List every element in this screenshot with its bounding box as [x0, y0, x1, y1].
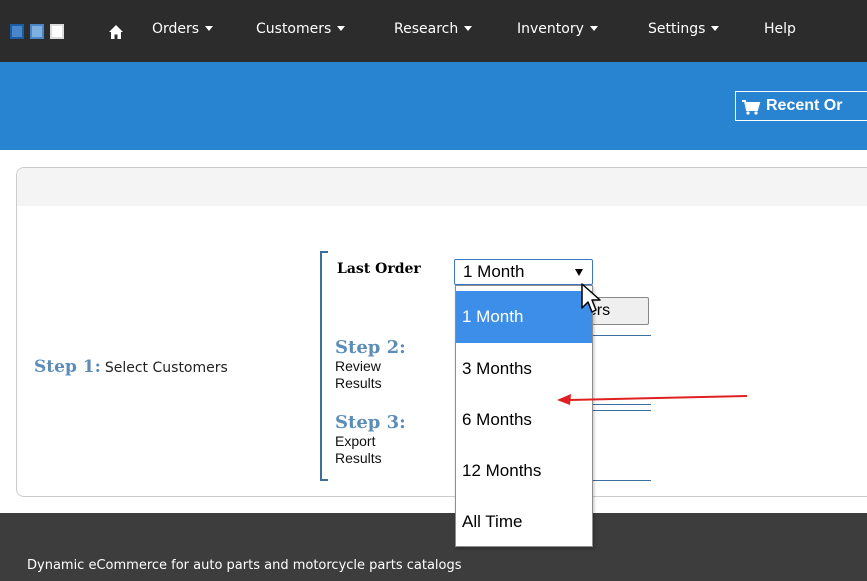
last-order-selected-value: 1 Month — [463, 262, 525, 281]
step-3-line-1: Export — [335, 433, 376, 449]
logo-squares-icon[interactable] — [10, 24, 72, 39]
chevron-down-icon — [337, 26, 346, 31]
dropdown-arrow-icon — [575, 269, 583, 276]
recent-orders-label: Recent Or — [766, 97, 843, 114]
step-3-title: Step 3: — [335, 412, 406, 433]
nav-item-settings[interactable]: Settings — [648, 21, 720, 37]
nav-item-help[interactable]: Help — [764, 21, 796, 37]
export-panel — [16, 167, 867, 497]
dropdown-option-3-months[interactable]: 3 Months — [456, 343, 592, 395]
last-order-label: Last Order — [337, 261, 421, 277]
dropdown-option-12-months[interactable]: 12 Months — [456, 445, 592, 497]
step-3: Step 3: Export Results — [335, 413, 406, 467]
home-icon[interactable] — [108, 24, 124, 40]
footer-text: Dynamic eCommerce for auto parts and mot… — [27, 558, 462, 573]
nav-item-inventory[interactable]: Inventory — [517, 21, 598, 37]
nav-item-research[interactable]: Research — [394, 21, 473, 37]
panel-header — [17, 168, 867, 206]
step-2-line-2: Results — [335, 375, 382, 391]
mouse-cursor-icon — [581, 283, 601, 313]
step-2-title: Step 2: — [335, 337, 406, 358]
last-order-select[interactable]: 1 Month — [454, 259, 593, 285]
step-2: Step 2: Review Results — [335, 338, 406, 392]
recent-orders-button[interactable]: Recent Or — [735, 91, 867, 121]
step-3-line-2: Results — [335, 450, 382, 466]
step-2-line-1: Review — [335, 358, 381, 374]
chevron-down-icon — [464, 26, 473, 31]
nav-item-customers[interactable]: Customers — [256, 21, 346, 37]
step-1-text: Select Customers — [104, 360, 228, 376]
steps-bracket — [320, 251, 328, 481]
chevron-down-icon — [711, 26, 720, 31]
last-order-dropdown-list: 1 Month 3 Months 6 Months 12 Months All … — [455, 285, 593, 547]
step-1: Step 1: Select Customers — [34, 357, 228, 377]
header-banner: Recent Or — [0, 62, 867, 150]
cart-icon — [742, 100, 761, 115]
chevron-down-icon — [589, 26, 598, 31]
annotation-arrow-icon — [557, 394, 748, 405]
top-navigation-bar: Orders Customers Research Inventory Sett… — [0, 0, 867, 62]
dropdown-option-all-time[interactable]: All Time — [456, 496, 592, 548]
step-1-title: Step 1: — [34, 357, 101, 377]
nav-item-orders[interactable]: Orders — [152, 21, 214, 37]
dropdown-option-1-month[interactable]: 1 Month — [456, 291, 592, 343]
chevron-down-icon — [205, 26, 214, 31]
